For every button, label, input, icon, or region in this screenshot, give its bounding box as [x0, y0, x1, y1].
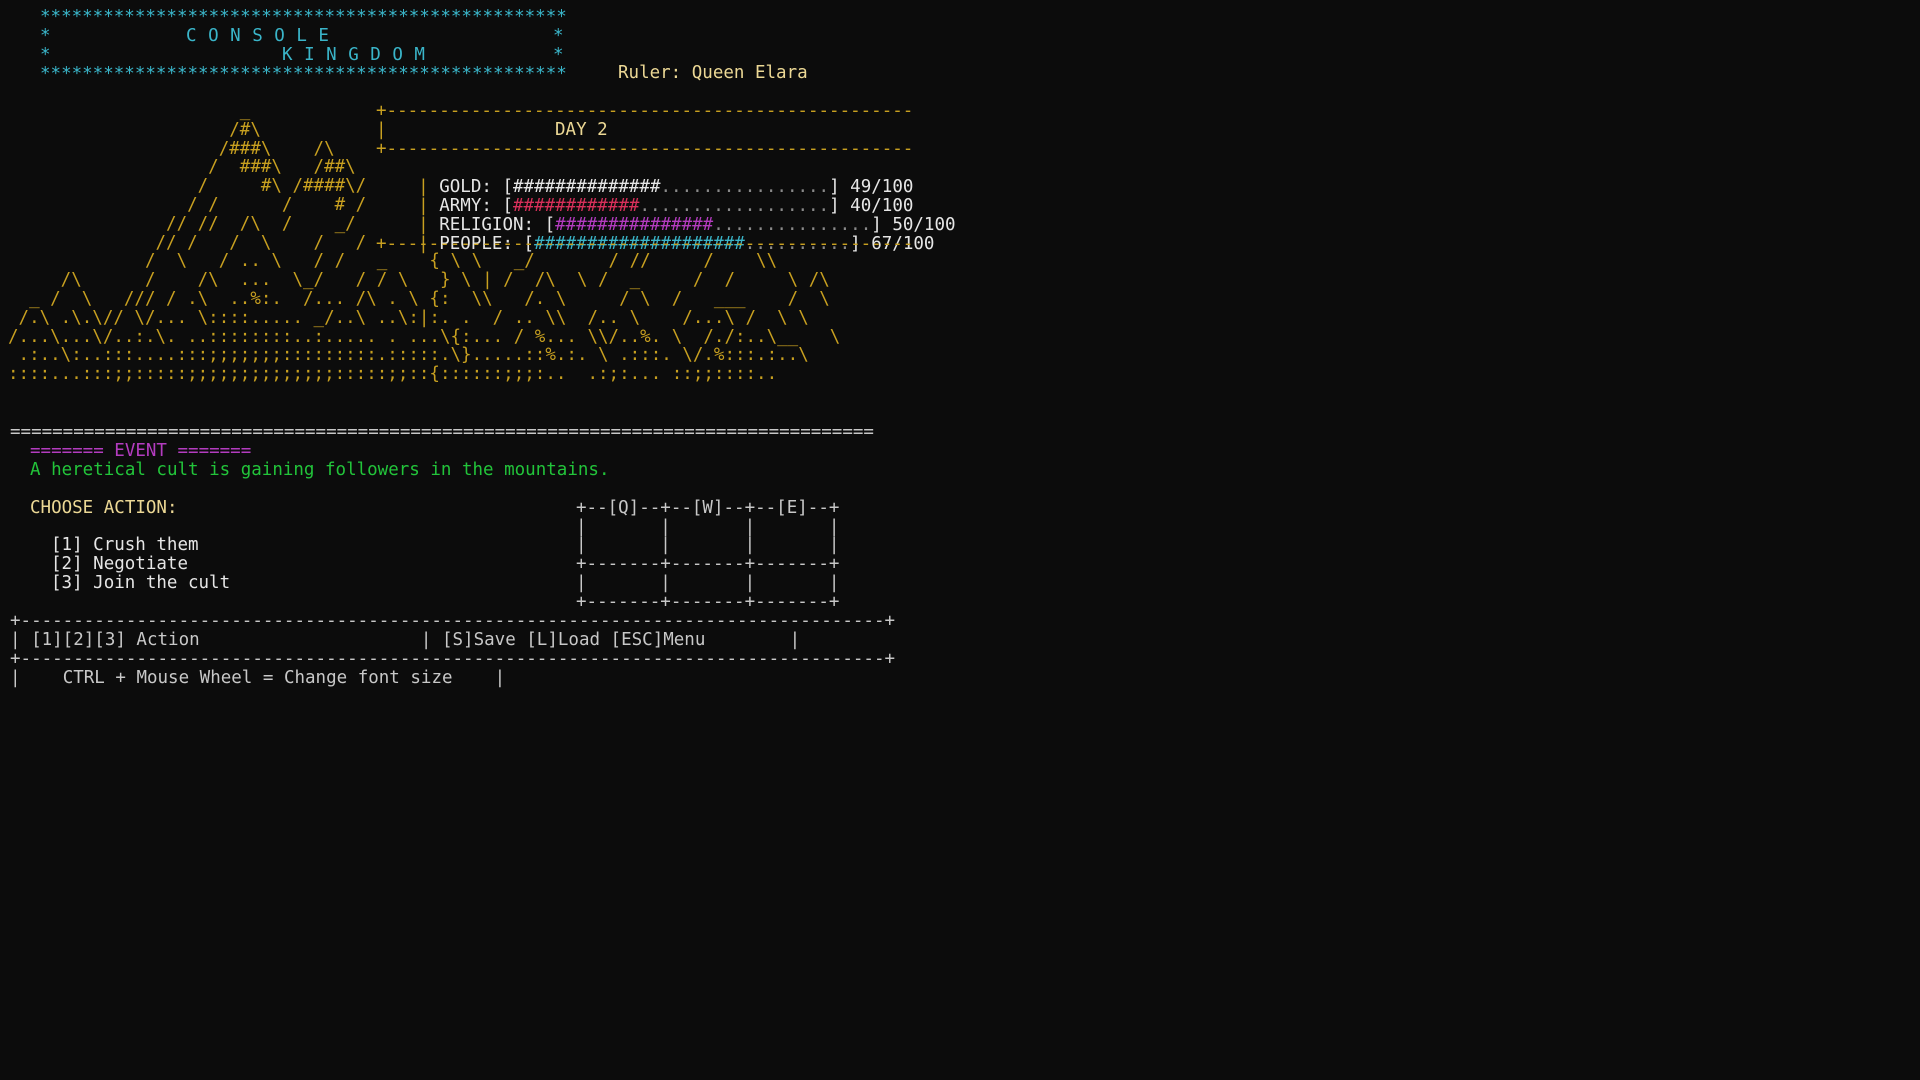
stats-frame-top: +---------------------------------------…	[376, 101, 914, 121]
mountain-art-line: .:..\:..:::....:::;;;;;;;:::::::::.:::::…	[8, 345, 809, 366]
mountain-art-line: _ / \ /// / .\ ..%:. /... /\ . \ {: \\ /…	[8, 288, 830, 309]
footer-border-top: +---------------------------------------…	[10, 611, 896, 631]
footer-menu-hint: [S]Save [L]Load [ESC]Menu	[441, 630, 706, 650]
footer-controls: | [1][2][3] Action | [S]Save [L]Load [ES…	[10, 630, 801, 650]
footer-border-mid: +---------------------------------------…	[10, 649, 896, 669]
stats-frame-mid: +---------------------------------------…	[376, 139, 914, 159]
action-key-3: [3]	[51, 573, 83, 593]
qwe-grid-mid: +-------+-------+-------+	[576, 554, 840, 574]
qwe-grid-bottom: +-------+-------+-------+	[576, 592, 840, 612]
stats-frame-bottom: +---------------------------------------…	[376, 234, 914, 254]
ruler-name: Queen Elara	[691, 63, 808, 83]
choose-action-title: CHOOSE ACTION:	[30, 498, 178, 518]
mountain-art-line: /\ / /\ ... \_/ / / \ } \ | / /\ \ / _ /…	[8, 270, 830, 291]
qwe-grid-row3: | | | |	[576, 573, 840, 593]
ruler-display: Ruler: Queen Elara	[618, 64, 808, 83]
footer-hint-row: | CTRL + Mouse Wheel = Change font size …	[10, 668, 506, 688]
header-line2-left: *	[40, 45, 51, 65]
section-divider: ========================================…	[10, 422, 874, 442]
mountain-art-line: /.\ .\.\// \/... \::::..... _/..\ ..\:|:…	[8, 307, 809, 328]
action-label-2: Negotiate	[93, 554, 188, 574]
header-line2-right: *	[553, 45, 564, 65]
mountain-art-line: /...\...\/..:.\. ..::::::::..:..... . ..…	[8, 326, 841, 347]
stats-frame-left-bar: |	[376, 120, 387, 140]
qwe-grid-row2: | | | |	[576, 535, 840, 555]
action-option-3[interactable]: [3] Join the cult	[51, 574, 230, 593]
action-option-1[interactable]: [1] Crush them	[51, 536, 199, 555]
action-key-2: [2]	[51, 554, 83, 574]
qwe-grid-top[interactable]: +--[Q]--+--[W]--+--[E]--+	[576, 499, 839, 518]
footer-action-hint: [1][2][3] Action	[31, 630, 200, 650]
mountain-art-line: /#\	[8, 119, 261, 140]
action-label-1: Crush them	[93, 535, 199, 555]
action-option-2[interactable]: [2] Negotiate	[51, 555, 188, 574]
header-line1-right: *	[553, 26, 564, 46]
header-border-bottom: ****************************************…	[40, 64, 567, 84]
day-counter: DAY 2	[555, 120, 608, 140]
ruler-label: Ruler:	[618, 63, 682, 83]
event-header: ======= EVENT =======	[30, 441, 252, 461]
console-window[interactable]: ****************************************…	[0, 0, 1920, 1080]
title-word-console: C O N S O L E	[186, 26, 330, 46]
qwe-grid-row1: | | | |	[576, 517, 840, 537]
font-size-hint: CTRL + Mouse Wheel = Change font size	[62, 668, 453, 688]
mountain-art-line: ::::...:::;;:::::;;;;;;;;;;;;;;:::::;;::…	[8, 364, 778, 385]
header-line1-left: *	[40, 26, 51, 46]
action-key-1: [1]	[51, 535, 83, 555]
title-word-kingdom: K I N G D O M	[282, 45, 426, 65]
header-border-top: ****************************************…	[40, 7, 567, 27]
action-label-3: Join the cult	[93, 573, 231, 593]
event-text: A heretical cult is gaining followers in…	[30, 460, 610, 480]
